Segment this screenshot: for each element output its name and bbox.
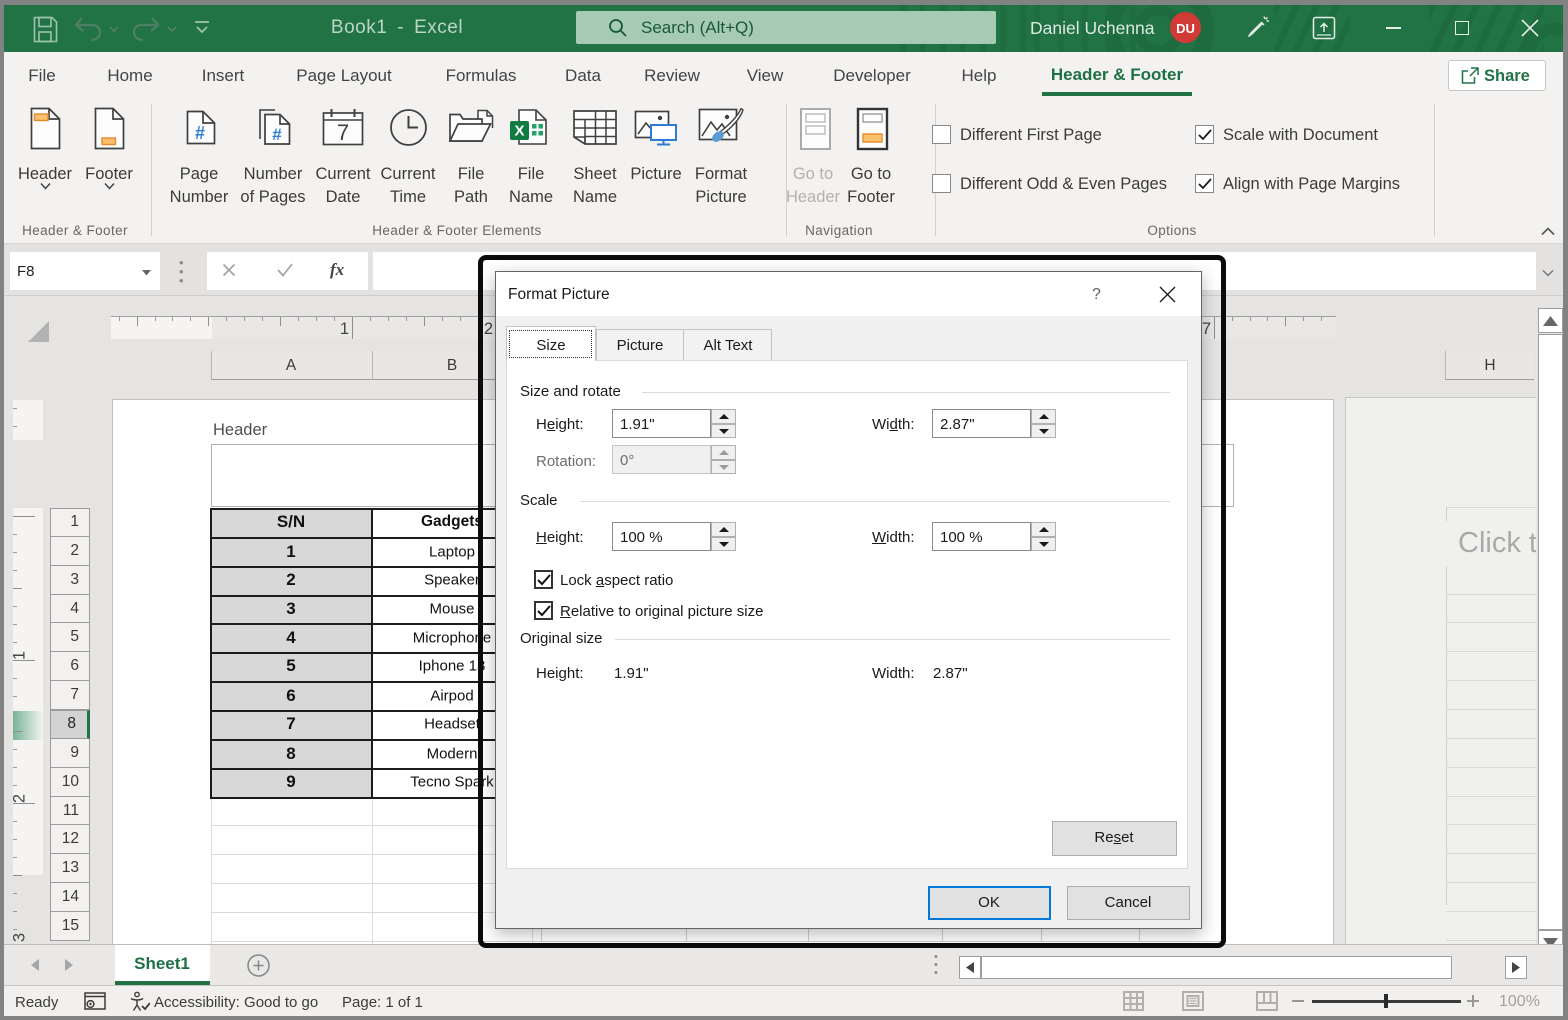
svg-text:#: # xyxy=(195,123,205,143)
svg-text:#: # xyxy=(272,125,282,144)
svg-text:X: X xyxy=(514,123,524,140)
svg-text:7: 7 xyxy=(337,120,349,145)
